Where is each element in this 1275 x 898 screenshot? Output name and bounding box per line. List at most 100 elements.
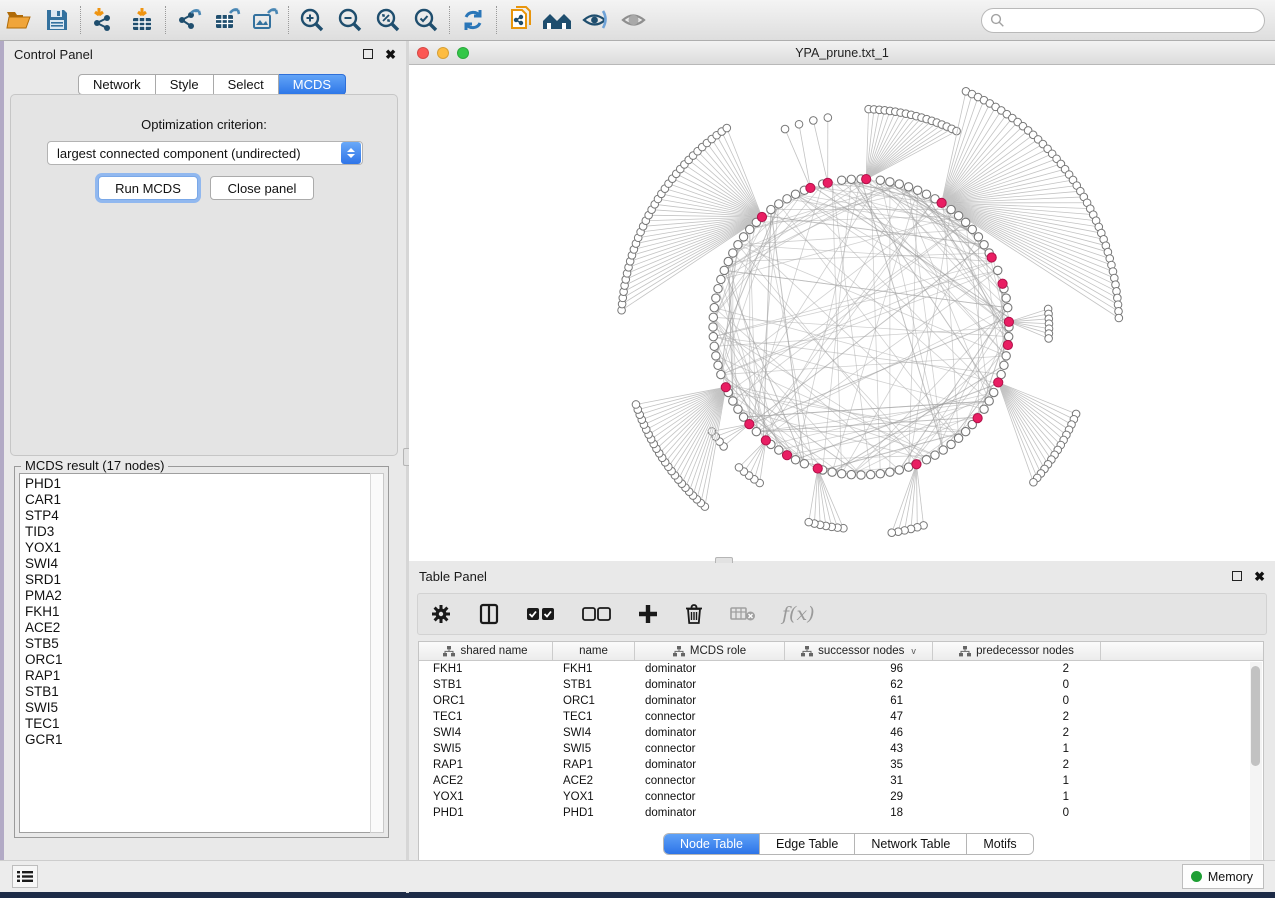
table-cell: 46 bbox=[785, 727, 933, 739]
run-mcds-button[interactable]: Run MCDS bbox=[98, 176, 198, 200]
table-row[interactable]: STB1STB1dominator620 bbox=[419, 677, 1263, 693]
mcds-result-item[interactable]: RAP1 bbox=[25, 668, 371, 684]
settings-gear-icon[interactable] bbox=[430, 603, 452, 625]
mcds-result-list[interactable]: PHD1CAR1STP4TID3YOX1SWI4SRD1PMA2FKH1ACE2… bbox=[19, 473, 372, 833]
tab-style[interactable]: Style bbox=[156, 74, 214, 95]
mcds-result-item[interactable]: STP4 bbox=[25, 508, 371, 524]
column-header-mcds-role[interactable]: MCDS role bbox=[635, 642, 785, 660]
table-cell: 2 bbox=[933, 727, 1101, 739]
toolbar-separator bbox=[449, 6, 450, 34]
table-row[interactable]: SWI4SWI4dominator462 bbox=[419, 725, 1263, 741]
add-column-icon[interactable] bbox=[638, 604, 658, 624]
tab-network[interactable]: Network bbox=[78, 74, 156, 95]
table-row[interactable]: TEC1TEC1connector472 bbox=[419, 709, 1263, 725]
table-row[interactable]: RAP1RAP1dominator352 bbox=[419, 757, 1263, 773]
import-network-icon[interactable] bbox=[85, 3, 123, 37]
criterion-value: largest connected component (undirected) bbox=[48, 146, 341, 161]
column-header-predecessor-nodes[interactable]: predecessor nodes bbox=[933, 642, 1101, 660]
mcds-result-item[interactable]: YOX1 bbox=[25, 540, 371, 556]
column-type-icon bbox=[673, 646, 685, 657]
deselect-all-icon[interactable] bbox=[582, 606, 612, 622]
table-row[interactable]: ACE2ACE2connector311 bbox=[419, 773, 1263, 789]
zoom-in-icon[interactable] bbox=[293, 3, 331, 37]
tab-edge-table[interactable]: Edge Table bbox=[760, 834, 855, 854]
float-panel-icon[interactable] bbox=[363, 49, 373, 59]
import-table-icon[interactable] bbox=[123, 3, 161, 37]
mcds-result-item[interactable]: ORC1 bbox=[25, 652, 371, 668]
mcds-result-item[interactable]: TID3 bbox=[25, 524, 371, 540]
export-network-icon[interactable] bbox=[170, 3, 208, 37]
delete-column-icon[interactable] bbox=[684, 603, 704, 625]
network-window: YPA_prune.txt_1 bbox=[409, 41, 1275, 561]
criterion-dropdown[interactable]: largest connected component (undirected) bbox=[47, 141, 363, 165]
zoom-out-icon[interactable] bbox=[331, 3, 369, 37]
export-table-icon[interactable] bbox=[208, 3, 246, 37]
mcds-result-item[interactable]: SWI4 bbox=[25, 556, 371, 572]
close-panel-button[interactable]: Close panel bbox=[210, 176, 314, 200]
mcds-result-item[interactable]: STB1 bbox=[25, 684, 371, 700]
mcds-list-scrollbar[interactable] bbox=[370, 473, 384, 833]
table-scrollbar-thumb[interactable] bbox=[1251, 666, 1260, 766]
column-layout-icon[interactable] bbox=[478, 603, 500, 625]
task-history-button[interactable] bbox=[12, 865, 38, 888]
mcds-result-item[interactable]: TEC1 bbox=[25, 716, 371, 732]
table-cell: 96 bbox=[785, 663, 933, 675]
close-panel-icon[interactable]: ✖ bbox=[385, 48, 396, 61]
float-table-panel-icon[interactable] bbox=[1232, 571, 1242, 581]
mcds-result-item[interactable]: SRD1 bbox=[25, 572, 371, 588]
table-row[interactable]: YOX1YOX1connector291 bbox=[419, 789, 1263, 805]
close-table-panel-icon[interactable]: ✖ bbox=[1254, 570, 1265, 583]
open-folder-icon[interactable] bbox=[0, 3, 38, 37]
search-input[interactable] bbox=[981, 8, 1265, 33]
table-tabs: Node Table Edge Table Network Table Moti… bbox=[663, 833, 1034, 855]
table-cell: 0 bbox=[933, 679, 1101, 691]
column-header-shared-name[interactable]: shared name bbox=[419, 642, 553, 660]
zoom-fit-icon[interactable] bbox=[369, 3, 407, 37]
tab-motifs[interactable]: Motifs bbox=[967, 834, 1032, 854]
control-panel-tabs: Network Style Select MCDS bbox=[78, 74, 346, 95]
mcds-result-item[interactable]: CAR1 bbox=[25, 492, 371, 508]
memory-status-icon bbox=[1191, 871, 1202, 882]
mcds-result-item[interactable]: SWI5 bbox=[25, 700, 371, 716]
zoom-selected-icon[interactable] bbox=[407, 3, 445, 37]
hide-panel-icon[interactable] bbox=[577, 3, 615, 37]
table-cell: 0 bbox=[933, 695, 1101, 707]
table-row[interactable]: FKH1FKH1dominator962 bbox=[419, 661, 1263, 677]
toolbar-separator bbox=[80, 6, 81, 34]
table-cell: ORC1 bbox=[553, 695, 635, 707]
export-image-icon[interactable] bbox=[246, 3, 284, 37]
tab-select[interactable]: Select bbox=[214, 74, 279, 95]
tab-mcds[interactable]: MCDS bbox=[279, 74, 346, 95]
tab-node-table[interactable]: Node Table bbox=[664, 834, 760, 854]
table-cell: connector bbox=[635, 775, 785, 787]
table-cell: dominator bbox=[635, 727, 785, 739]
table-cell: FKH1 bbox=[419, 663, 553, 675]
table-row[interactable]: PHD1PHD1dominator180 bbox=[419, 805, 1263, 821]
show-panel-icon[interactable] bbox=[615, 3, 653, 37]
network-overview-icon[interactable] bbox=[539, 3, 577, 37]
mcds-result-item[interactable]: FKH1 bbox=[25, 604, 371, 620]
column-header-name[interactable]: name bbox=[553, 642, 635, 660]
network-canvas[interactable] bbox=[409, 65, 1275, 560]
select-all-icon[interactable] bbox=[526, 606, 556, 622]
network-titlebar[interactable]: YPA_prune.txt_1 bbox=[409, 41, 1275, 65]
mcds-result-item[interactable]: GCR1 bbox=[25, 732, 371, 748]
mcds-result-item[interactable]: PHD1 bbox=[25, 476, 371, 492]
search-icon bbox=[990, 13, 1005, 28]
refresh-icon[interactable] bbox=[454, 3, 492, 37]
table-row[interactable]: SWI5SWI5connector431 bbox=[419, 741, 1263, 757]
clone-network-icon[interactable] bbox=[501, 3, 539, 37]
table-row[interactable]: ORC1ORC1dominator610 bbox=[419, 693, 1263, 709]
table-toolbar: f(x) bbox=[417, 593, 1267, 635]
mcds-result-item[interactable]: ACE2 bbox=[25, 620, 371, 636]
table-cell: 35 bbox=[785, 759, 933, 771]
mcds-result-item[interactable]: PMA2 bbox=[25, 588, 371, 604]
table-cell: dominator bbox=[635, 663, 785, 675]
save-icon[interactable] bbox=[38, 3, 76, 37]
memory-button[interactable]: Memory bbox=[1182, 864, 1264, 889]
column-header-successor-nodes[interactable]: successor nodes v bbox=[785, 642, 933, 660]
table-scrollbar[interactable] bbox=[1250, 662, 1262, 890]
mcds-result-item[interactable]: STB5 bbox=[25, 636, 371, 652]
tab-network-table[interactable]: Network Table bbox=[855, 834, 967, 854]
table-cell: 2 bbox=[933, 711, 1101, 723]
